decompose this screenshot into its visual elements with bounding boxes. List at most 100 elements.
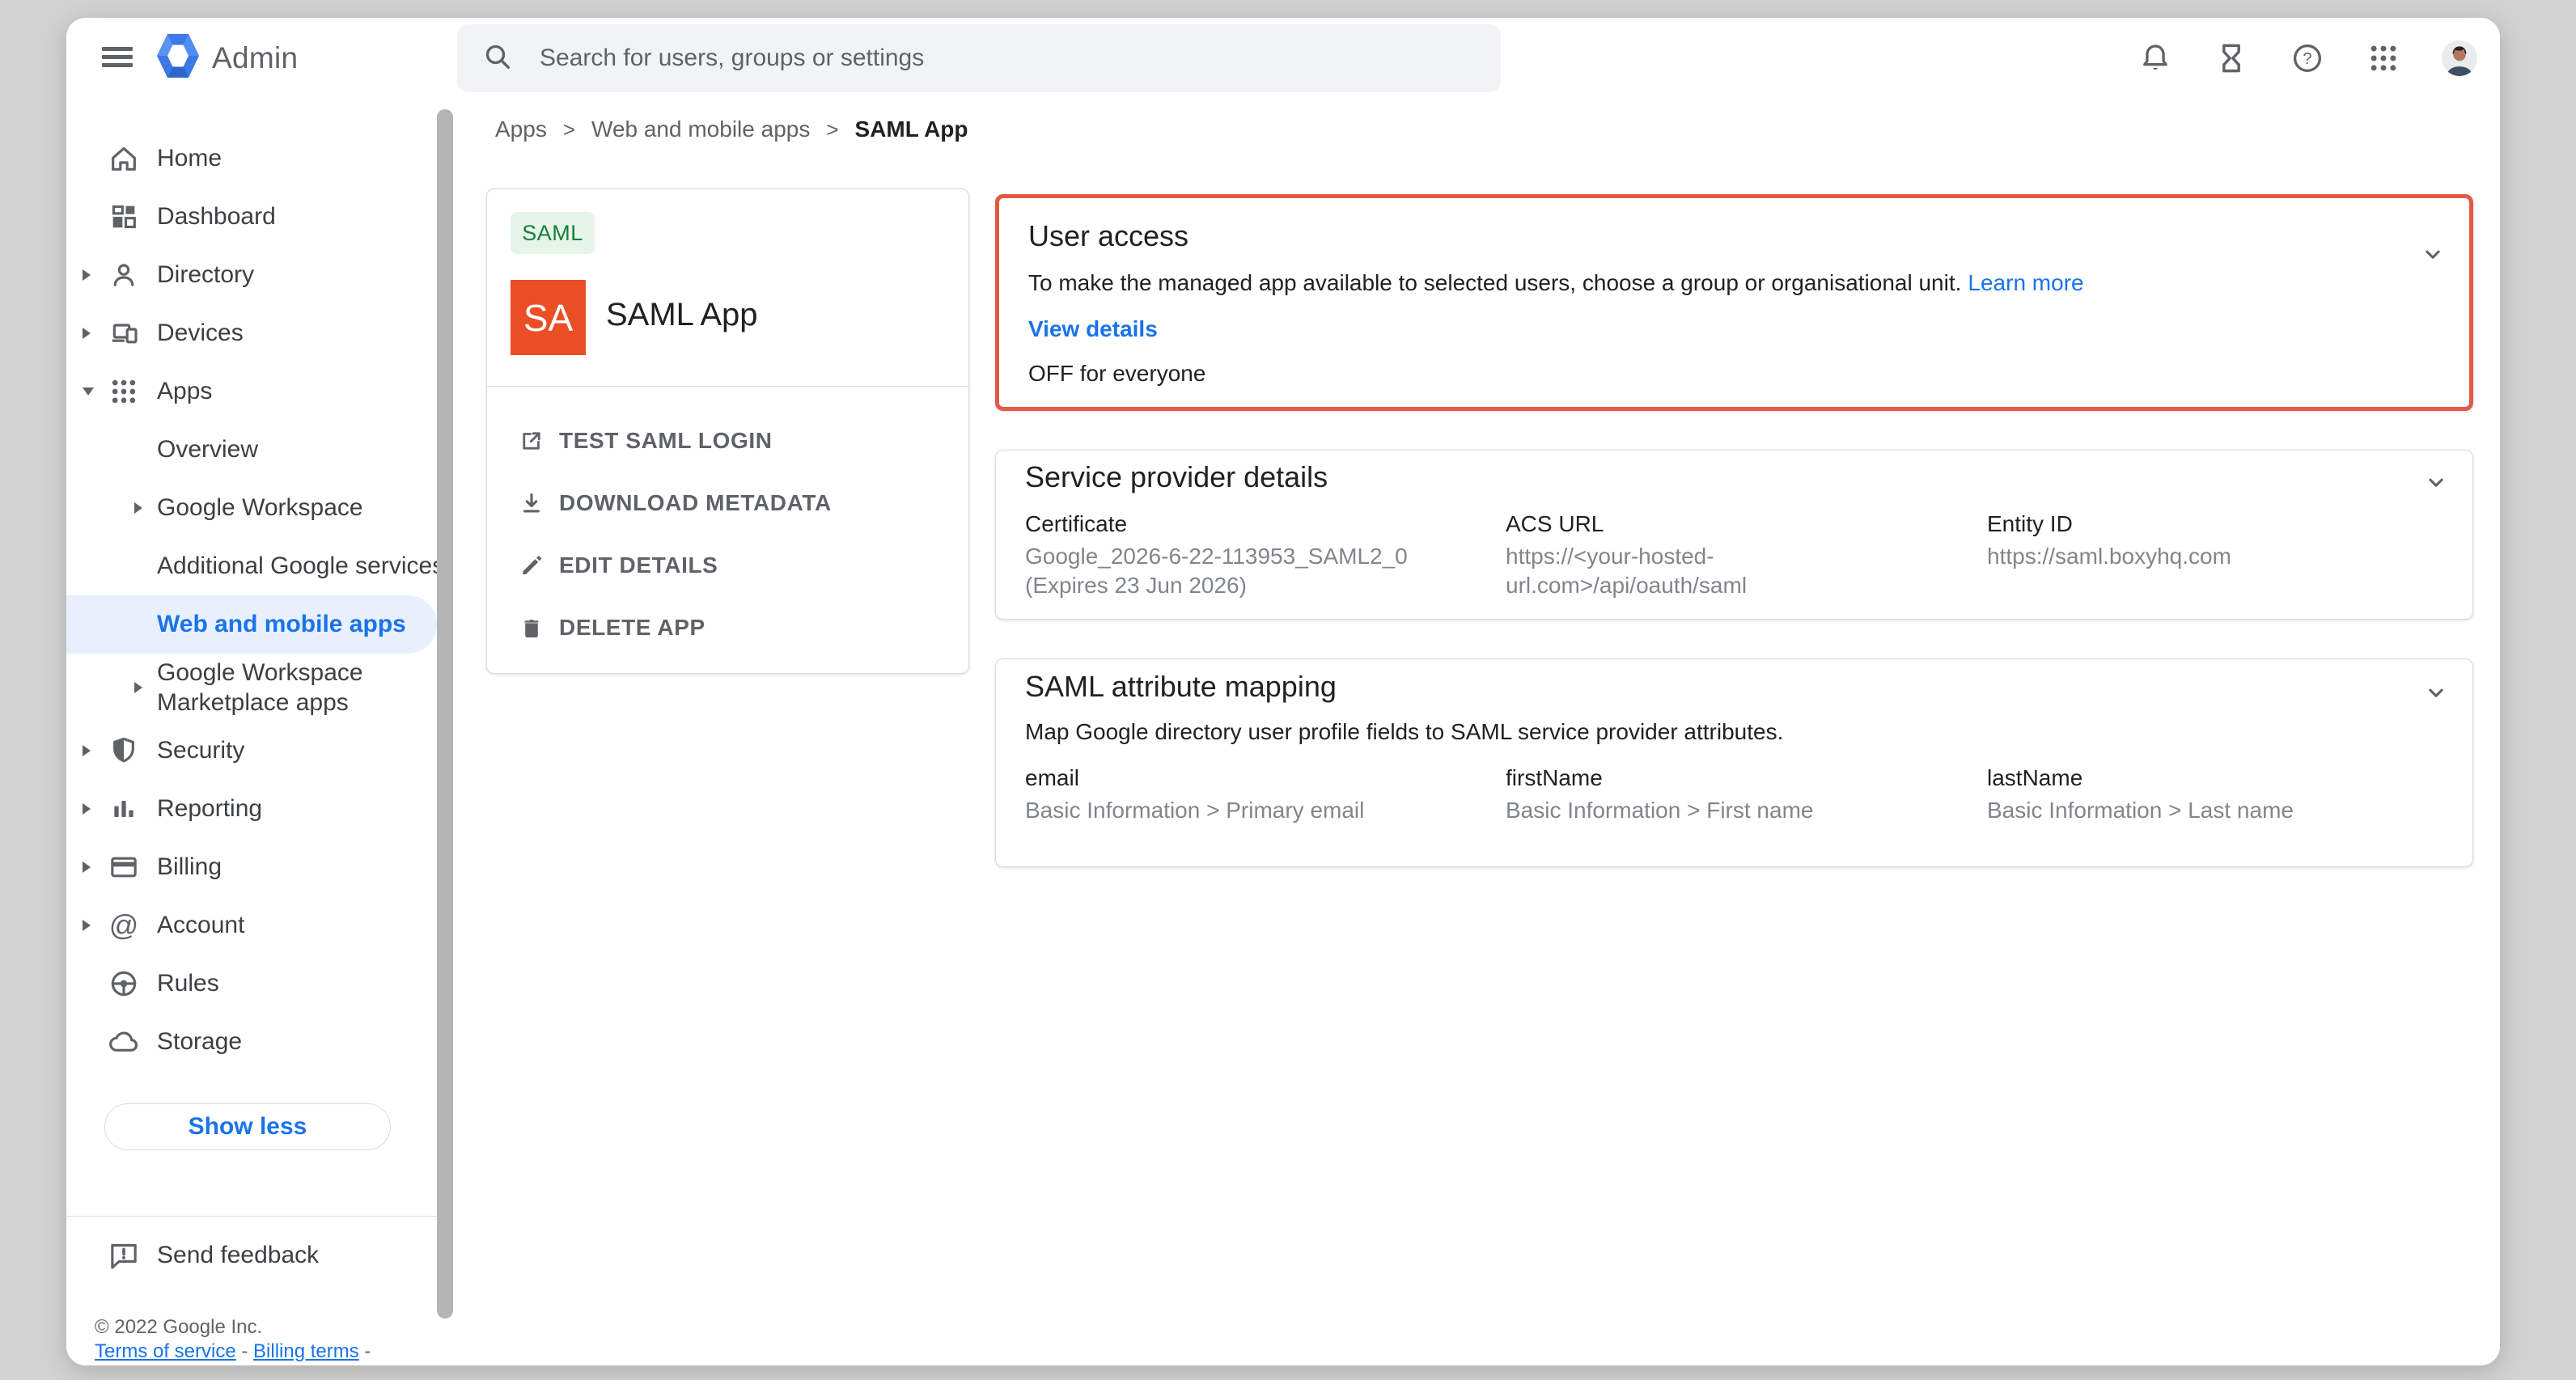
terms-of-service-link[interactable]: Terms of service xyxy=(95,1340,236,1362)
sidebar-item-reporting[interactable]: Reporting xyxy=(66,780,453,838)
brand-title: Admin xyxy=(212,41,298,75)
svg-text:?: ? xyxy=(2303,50,2311,68)
sidebar-item-additional-google-services[interactable]: Additional Google services xyxy=(66,537,453,595)
attribute-mapping-fields: email Basic Information > Primary email … xyxy=(1025,765,2443,825)
acs-url-field: ACS URL https://<your-hosted-url.com>/ap… xyxy=(1506,511,1987,600)
learn-more-link[interactable]: Learn more xyxy=(1968,270,2083,295)
open-in-new-icon xyxy=(517,426,546,455)
rules-wheel-icon xyxy=(107,967,141,1001)
breadcrumb-current-page: SAML App xyxy=(855,116,968,142)
devices-icon xyxy=(107,316,141,350)
breadcrumb-separator: > xyxy=(563,117,575,142)
copyright-text: © 2022 Google Inc. xyxy=(95,1315,371,1340)
directory-person-icon xyxy=(107,258,141,292)
caret-right-icon xyxy=(83,920,91,931)
caret-right-icon xyxy=(83,745,91,756)
sidebar-item-apps[interactable]: Apps xyxy=(66,362,453,421)
saml-type-badge: SAML xyxy=(511,212,595,254)
dashboard-icon xyxy=(107,200,141,234)
sidebar-item-marketplace-apps[interactable]: Google Workspace Marketplace apps xyxy=(66,654,453,722)
view-details-link[interactable]: View details xyxy=(1028,316,2440,342)
sidebar-item-label: Dashboard xyxy=(157,203,276,231)
hamburger-menu-icon[interactable] xyxy=(102,43,133,74)
sidebar-item-rules[interactable]: Rules xyxy=(66,955,453,1013)
saml-app-card: SAML SA SAML App TEST SAML LOGIN xyxy=(486,188,969,674)
app-monogram: SA xyxy=(511,280,586,355)
caret-right-icon xyxy=(134,502,142,514)
send-feedback-button[interactable]: Send feedback xyxy=(66,1231,437,1280)
sidebar-footer: © 2022 Google Inc. Terms of service - Bi… xyxy=(95,1315,371,1364)
attribute-mapping-description: Map Google directory user profile fields… xyxy=(1025,719,2443,745)
sidebar-item-label: Home xyxy=(157,145,222,172)
chevron-down-icon[interactable] xyxy=(2422,679,2450,710)
brand[interactable]: Admin xyxy=(157,32,298,83)
pencil-icon xyxy=(517,551,546,580)
security-shield-icon xyxy=(107,734,141,768)
sidebar-item-label: Apps xyxy=(157,378,212,405)
sidebar-item-devices[interactable]: Devices xyxy=(66,304,453,362)
storage-cloud-icon xyxy=(107,1025,141,1059)
panel-title: SAML attribute mapping xyxy=(1025,670,2443,704)
sidebar-item-home[interactable]: Home xyxy=(66,129,453,188)
home-icon xyxy=(107,142,141,176)
certificate-field: Certificate Google_2026-6-22-113953_SAML… xyxy=(1025,511,1506,600)
search-input[interactable] xyxy=(538,44,1428,73)
download-metadata-button[interactable]: DOWNLOAD METADATA xyxy=(487,472,968,534)
sidebar-item-web-and-mobile-apps[interactable]: Web and mobile apps xyxy=(66,595,437,654)
sidebar-item-account[interactable]: @ Account xyxy=(66,896,453,955)
delete-app-button[interactable]: DELETE APP xyxy=(487,596,968,658)
sidebar-item-google-workspace[interactable]: Google Workspace xyxy=(66,479,453,537)
sidebar-item-label: Devices xyxy=(157,320,244,347)
sidebar-item-directory[interactable]: Directory xyxy=(66,246,453,304)
caret-right-icon xyxy=(83,861,91,873)
sidebar-item-overview[interactable]: Overview xyxy=(66,421,453,479)
sidebar-item-dashboard[interactable]: Dashboard xyxy=(66,188,453,246)
email-mapping: email Basic Information > Primary email xyxy=(1025,765,1506,825)
topbar-icons: ? xyxy=(2137,18,2477,99)
sidebar-nav: Home Dashboard Directory xyxy=(66,99,453,1365)
sidebar-divider xyxy=(66,1216,437,1217)
panel-title: Service provider details xyxy=(1025,460,2443,494)
lastname-mapping: lastName Basic Information > Last name xyxy=(1987,765,2443,825)
saml-attribute-mapping-panel: SAML attribute mapping Map Google direct… xyxy=(995,658,2473,867)
trash-icon xyxy=(517,613,546,642)
sidebar-item-security[interactable]: Security xyxy=(66,722,453,780)
breadcrumb: Apps > Web and mobile apps > SAML App xyxy=(495,116,968,142)
edit-details-button[interactable]: EDIT DETAILS xyxy=(487,534,968,596)
notifications-bell-icon[interactable] xyxy=(2137,40,2173,76)
breadcrumb-separator: > xyxy=(826,117,838,142)
firstname-mapping: firstName Basic Information > First name xyxy=(1506,765,1987,825)
sidebar-scrollbar[interactable] xyxy=(437,109,453,1319)
apps-dots-icon xyxy=(107,375,141,408)
top-bar: Admin xyxy=(66,18,2500,99)
account-at-icon: @ xyxy=(107,908,141,942)
breadcrumb-web-and-mobile-apps[interactable]: Web and mobile apps xyxy=(591,116,810,142)
show-less-button[interactable]: Show less xyxy=(104,1103,391,1150)
caret-down-icon xyxy=(83,387,94,396)
google-admin-logo-icon xyxy=(157,32,199,83)
sidebar-item-label: Directory xyxy=(157,261,254,289)
test-saml-login-button[interactable]: TEST SAML LOGIN xyxy=(487,409,968,472)
chevron-down-icon[interactable] xyxy=(2422,468,2450,500)
user-access-status: OFF for everyone xyxy=(1028,361,2440,387)
sidebar-item-storage[interactable]: Storage xyxy=(66,1013,453,1071)
chevron-down-icon[interactable] xyxy=(2419,240,2447,272)
pending-tasks-hourglass-icon[interactable] xyxy=(2214,40,2249,76)
user-access-panel: User access To make the managed app avai… xyxy=(995,194,2473,411)
billing-terms-link[interactable]: Billing terms xyxy=(253,1340,359,1362)
breadcrumb-apps[interactable]: Apps xyxy=(495,116,547,142)
app-card-actions: TEST SAML LOGIN DOWNLOAD METADATA xyxy=(487,409,968,658)
sidebar-item-billing[interactable]: Billing xyxy=(66,838,453,896)
search-icon xyxy=(481,40,514,77)
search-bar[interactable] xyxy=(457,24,1501,92)
caret-right-icon xyxy=(83,803,91,815)
help-icon[interactable]: ? xyxy=(2290,40,2325,76)
download-icon xyxy=(517,489,546,518)
caret-right-icon xyxy=(134,682,142,693)
user-avatar[interactable] xyxy=(2442,40,2477,76)
admin-console-window: Admin xyxy=(66,18,2500,1365)
billing-card-icon xyxy=(107,850,141,884)
apps-grid-icon[interactable] xyxy=(2366,40,2401,76)
user-access-description: To make the managed app available to sel… xyxy=(1028,270,2440,296)
service-provider-fields: Certificate Google_2026-6-22-113953_SAML… xyxy=(1025,511,2443,600)
